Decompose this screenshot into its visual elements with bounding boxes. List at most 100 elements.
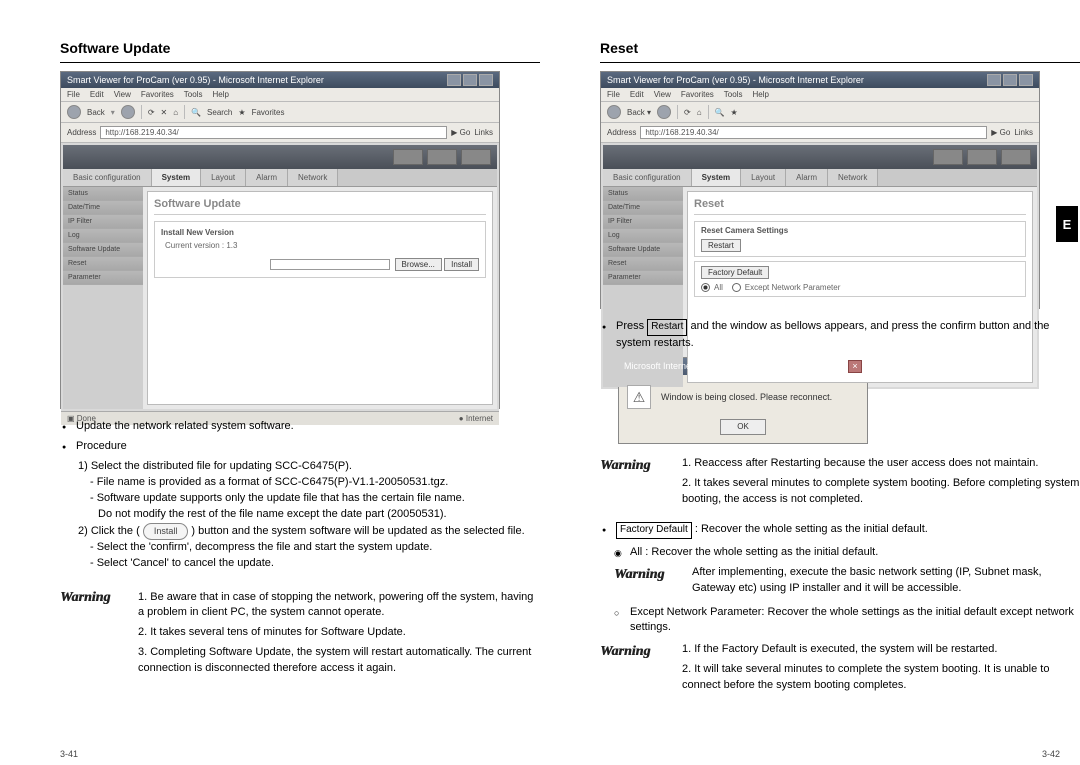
home-icon[interactable]: ⌂ [173,108,178,117]
go-btn[interactable]: ▶ Go [991,128,1010,137]
menu-item[interactable]: File [607,90,620,99]
home-icon[interactable]: ⌂ [697,108,702,117]
tab-basic[interactable]: Basic configuration [63,169,152,186]
sidebar-item-swupdate[interactable]: Software Update [603,243,683,257]
factory-default-button[interactable]: Factory Default [701,266,769,279]
tab-row: Basic configuration System Layout Alarm … [63,169,497,187]
sidebar-item-log[interactable]: Log [63,229,143,243]
step1b1: - Software update supports only the upda… [60,491,540,507]
menu-item[interactable]: Help [212,90,228,99]
stop-icon[interactable]: ✕ [161,108,168,117]
step1a: - File name is provided as a format of S… [60,475,540,491]
topbar-btn[interactable] [393,149,423,165]
screenshot-reset: Smart Viewer for ProCam (ver 0.95) - Mic… [600,71,1040,309]
topbar-btn[interactable] [933,149,963,165]
close-btn[interactable] [1019,74,1033,86]
refresh-icon[interactable]: ⟳ [684,108,691,117]
w1-l1: 1. Reaccess after Restarting because the… [678,456,1080,472]
sidebar-item-datetime[interactable]: Date/Time [603,201,683,215]
menu-item[interactable]: Tools [184,90,203,99]
address-input[interactable] [640,126,987,139]
content-area: Status Date/Time IP Filter Log Software … [63,187,497,409]
tab-layout[interactable]: Layout [741,169,786,186]
menu-item[interactable]: Favorites [681,90,714,99]
bullet: Press Restart and the window as bellows … [612,319,1080,351]
sidebar-item-swupdate[interactable]: Software Update [63,243,143,257]
go-btn[interactable]: ▶ Go [451,128,470,137]
menubar: File Edit View Favorites Tools Help [61,88,499,102]
back-icon[interactable] [607,105,621,119]
sidebar-item-reset[interactable]: Reset [603,257,683,271]
sidebar-item-log[interactable]: Log [603,229,683,243]
file-input[interactable] [270,259,390,270]
back-label: Back [87,108,105,117]
sidebar-item-status[interactable]: Status [63,187,143,201]
max-btn[interactable] [463,74,477,86]
tab-layout[interactable]: Layout [201,169,246,186]
bullet: Update the network related system softwa… [72,419,540,435]
fwd-icon[interactable] [657,105,671,119]
menu-item[interactable]: Edit [90,90,104,99]
menu-item[interactable]: Help [752,90,768,99]
tab-alarm[interactable]: Alarm [786,169,828,186]
fwd-icon[interactable] [121,105,135,119]
fav-icon[interactable]: ★ [238,108,245,117]
sidebar-item-datetime[interactable]: Date/Time [63,201,143,215]
links[interactable]: Links [474,128,493,137]
fav-icon[interactable]: ★ [731,108,738,117]
pane-title: Software Update [154,198,486,215]
address-input[interactable] [100,126,447,139]
sidebar-item-status[interactable]: Status [603,187,683,201]
max-btn[interactable] [1003,74,1017,86]
browse-button[interactable]: Browse... [395,258,442,271]
bullet: Procedure [72,439,540,455]
min-btn[interactable] [987,74,1001,86]
page-left: Software Update Smart Viewer for ProCam … [60,40,540,681]
dialog-ok-button[interactable]: OK [720,419,766,435]
tab-system[interactable]: System [152,169,201,186]
restart-button[interactable]: Restart [701,239,741,252]
dialog-btnrow: OK [619,415,867,443]
factory-fieldset: Factory Default All Except Network Param… [694,261,1026,297]
tab-network[interactable]: Network [288,169,338,186]
warning-r2: Warning After implementing, execute the … [600,565,1080,597]
dialog-close-icon[interactable]: × [848,360,862,373]
menu-item[interactable]: Edit [630,90,644,99]
search-icon[interactable]: 🔍 [715,108,725,117]
links[interactable]: Links [1014,128,1033,137]
install-button[interactable]: Install [444,258,479,271]
topbar-btn[interactable] [1001,149,1031,165]
back-icon[interactable] [67,105,81,119]
install-fieldset: Install New Version Current version : 1.… [154,221,486,278]
menu-item[interactable]: View [114,90,131,99]
sidebar-item-reset[interactable]: Reset [63,257,143,271]
radio-all[interactable] [701,283,710,292]
min-btn[interactable] [447,74,461,86]
sidebar-item-ipfilter[interactable]: IP Filter [63,215,143,229]
menu-item[interactable]: File [67,90,80,99]
sidebar-item-parameter[interactable]: Parameter [603,271,683,285]
close-btn[interactable] [479,74,493,86]
tab-network[interactable]: Network [828,169,878,186]
topbar-btn[interactable] [967,149,997,165]
radio-except[interactable] [732,283,741,292]
main-pane: Software Update Install New Version Curr… [147,191,493,405]
sidebar-item-parameter[interactable]: Parameter [63,271,143,285]
tab-basic[interactable]: Basic configuration [603,169,692,186]
topbar-btn[interactable] [427,149,457,165]
topbar-btn[interactable] [461,149,491,165]
search-icon[interactable]: 🔍 [191,108,201,117]
menu-item[interactable]: View [654,90,671,99]
address-bar: Address ▶ Go Links [601,123,1039,143]
tab-row: Basic configuration System Layout Alarm … [603,169,1037,187]
refresh-icon[interactable]: ⟳ [148,108,155,117]
tab-alarm[interactable]: Alarm [246,169,288,186]
menu-item[interactable]: Tools [724,90,743,99]
dialog-msg: Window is being closed. Please reconnect… [661,391,832,404]
sidebar-item-ipfilter[interactable]: IP Filter [603,215,683,229]
warn-l1: 1. Be aware that in case of stopping the… [138,590,540,622]
pane-title: Reset [694,198,1026,215]
menu-item[interactable]: Favorites [141,90,174,99]
heading-software-update: Software Update [60,40,540,56]
tab-system[interactable]: System [692,169,741,186]
